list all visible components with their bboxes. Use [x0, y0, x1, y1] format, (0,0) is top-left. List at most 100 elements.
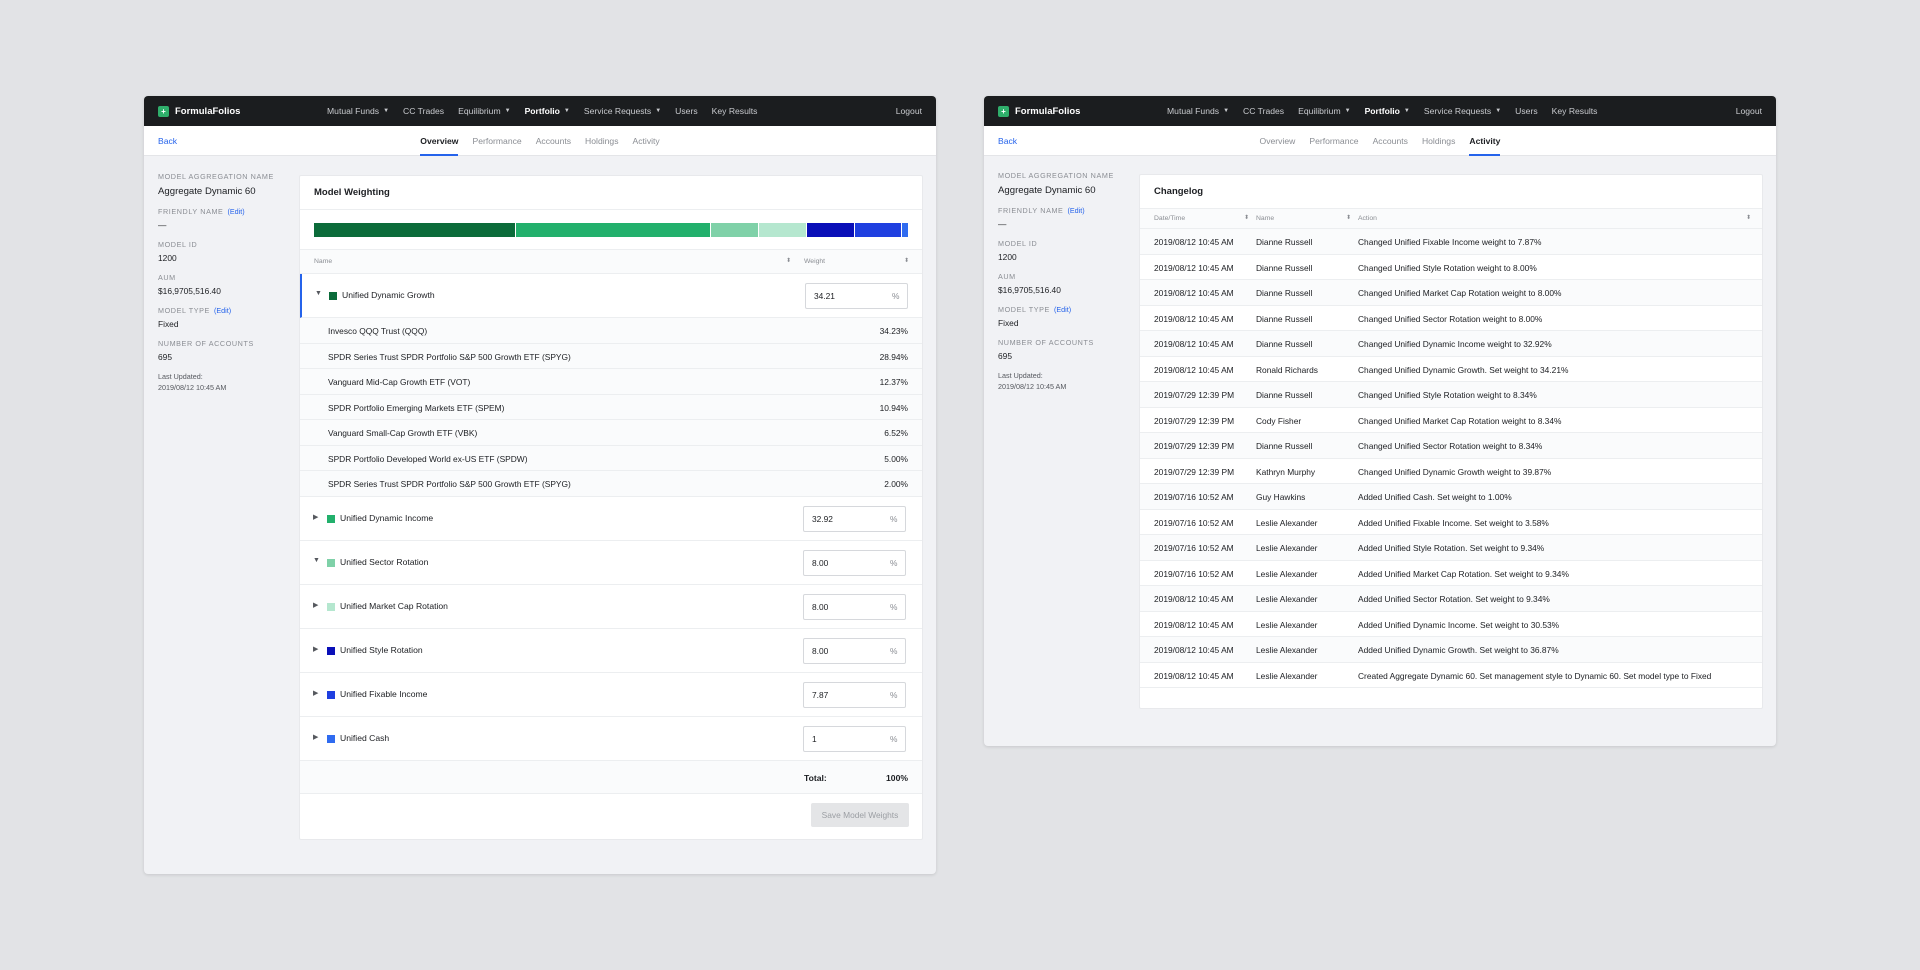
sort-icon[interactable]: ⬍: [1244, 214, 1249, 221]
save-model-weights-button[interactable]: Save Model Weights: [811, 802, 909, 827]
tab-performance[interactable]: Performance: [1309, 126, 1358, 156]
tab-activity[interactable]: Activity: [1469, 126, 1501, 156]
caret-right-icon[interactable]: ▶: [313, 601, 318, 609]
nav-item-key-results[interactable]: Key Results: [712, 106, 758, 116]
card-title: Model Weighting: [300, 176, 922, 210]
friendly-name-label: FRIENDLY NAME (Edit): [998, 206, 1118, 215]
weight-distribution-bar: [314, 223, 908, 237]
sub-navbar: Back Overview Performance Accounts Holdings…: [984, 126, 1776, 156]
model-group-row[interactable]: ▼ Unified Sector Rotation%: [300, 541, 922, 585]
holding-name: Invesco QQQ Trust (QQQ): [328, 326, 428, 336]
tab-holdings[interactable]: Holdings: [585, 126, 618, 156]
friendly-name-edit-link[interactable]: (Edit): [1067, 206, 1084, 215]
model-id-label: MODEL ID: [158, 240, 198, 249]
nav-item-equilibrium[interactable]: Equilibrium ▼: [1298, 106, 1350, 116]
percent-suffix: %: [892, 291, 900, 301]
model-group-row[interactable]: ▶ Unified Dynamic Income%: [300, 497, 922, 541]
caret-right-icon[interactable]: ▶: [313, 513, 318, 521]
row-name: Leslie Alexander: [1256, 517, 1318, 528]
caret-right-icon[interactable]: ▶: [313, 733, 318, 741]
nav-item-portfolio[interactable]: Portfolio ▼: [1365, 106, 1410, 116]
row-datetime: 2019/08/12 10:45 AM: [1154, 619, 1234, 630]
nav-item-label: CC Trades: [1243, 106, 1285, 116]
caret-right-icon[interactable]: ▶: [313, 645, 318, 653]
column-header-datetime[interactable]: Date/Time: [1154, 215, 1185, 222]
model-groups-list: ▼ Unified Dynamic Growth% Invesco QQQ Trus…: [300, 274, 922, 761]
column-header-weight[interactable]: Weight: [804, 258, 825, 265]
nav-item-mutual-funds[interactable]: Mutual Funds ▼: [1167, 106, 1229, 116]
group-name: Unified Dynamic Growth: [342, 290, 435, 300]
table-row: 2019/07/29 12:39 PM Kathryn Murphy Changed…: [1140, 459, 1762, 484]
weight-bar-segment: [516, 223, 710, 237]
model-group-row[interactable]: ▶ Unified Market Cap Rotation%: [300, 585, 922, 629]
nav-item-users[interactable]: Users: [675, 106, 697, 116]
nav-item-cc-trades[interactable]: CC Trades: [1243, 106, 1284, 116]
model-type-edit-link[interactable]: (Edit): [214, 306, 231, 315]
group-name: Unified Fixable Income: [340, 688, 428, 699]
chevron-down-icon: ▼: [504, 108, 511, 114]
holding-weight: 6.52%: [884, 428, 908, 438]
logout-link[interactable]: Logout: [1736, 106, 1762, 116]
nav-item-service-requests[interactable]: Service Requests ▼: [584, 106, 661, 116]
nav-item-service-requests[interactable]: Service Requests ▼: [1424, 106, 1501, 116]
model-weighting-card: Model Weighting Name ⬍ Weight ⬍ ▼ Unified…: [299, 175, 923, 840]
model-group-row[interactable]: ▼ Unified Dynamic Growth%: [300, 274, 922, 318]
accounts-count-value: 695: [158, 352, 172, 362]
aum-label: AUM: [998, 272, 1016, 281]
holding-weight: 12.37%: [879, 377, 908, 387]
sort-icon[interactable]: ⬍: [786, 257, 791, 264]
column-header-action[interactable]: Action: [1358, 215, 1377, 222]
brand-logo[interactable]: + FormulaFolios: [158, 105, 308, 117]
tab-accounts[interactable]: Accounts: [1373, 126, 1408, 156]
overview-window: + FormulaFolios Mutual Funds ▼ CC Trades Eq…: [144, 96, 936, 874]
table-row: 2019/08/12 10:45 AM Leslie Alexander Added…: [1140, 586, 1762, 612]
nav-item-users[interactable]: Users: [1515, 106, 1537, 116]
plus-icon: +: [158, 105, 169, 117]
friendly-name-label-text: FRIENDLY NAME: [158, 207, 224, 216]
row-datetime: 2019/08/12 10:45 AM: [1154, 237, 1234, 247]
top-navbar: + FormulaFolios Mutual Funds ▼ CC Trades Eq…: [144, 96, 936, 126]
tab-performance[interactable]: Performance: [472, 126, 521, 156]
row-name: Ronald Richards: [1256, 364, 1318, 375]
model-group-row[interactable]: ▶ Unified Fixable Income%: [300, 673, 922, 717]
caret-down-icon[interactable]: ▼: [315, 290, 322, 297]
percent-suffix: %: [890, 557, 898, 568]
tab-activity[interactable]: Activity: [633, 126, 660, 156]
aum-value: $16,9705,516.40: [158, 286, 221, 296]
chevron-down-icon: ▼: [655, 108, 662, 114]
sort-icon[interactable]: ⬍: [1346, 214, 1351, 221]
holding-row: Vanguard Mid-Cap Growth ETF (VOT) 12.37%: [300, 369, 922, 395]
row-datetime: 2019/07/16 10:52 AM: [1154, 543, 1234, 553]
logout-link[interactable]: Logout: [896, 106, 922, 116]
friendly-name-edit-link[interactable]: (Edit): [227, 207, 244, 216]
nav-item-equilibrium[interactable]: Equilibrium ▼: [458, 106, 510, 116]
group-color-swatch: [327, 646, 335, 655]
table-row: 2019/08/12 10:45 AM Dianne Russell Changed…: [1140, 255, 1762, 280]
model-group-row[interactable]: ▶ Unified Style Rotation%: [300, 629, 922, 673]
nav-item-cc-trades[interactable]: CC Trades: [403, 106, 444, 116]
aggregation-name-value: Aggregate Dynamic 60: [158, 186, 256, 197]
tab-holdings[interactable]: Holdings: [1422, 126, 1455, 156]
tab-accounts[interactable]: Accounts: [536, 126, 571, 156]
tab-overview[interactable]: Overview: [1260, 126, 1296, 156]
model-type-edit-link[interactable]: (Edit): [1054, 305, 1071, 314]
row-action: Changed Unified Sector Rotation weight t…: [1358, 441, 1543, 451]
caret-down-icon[interactable]: ▼: [313, 557, 320, 564]
brand-logo[interactable]: + FormulaFolios: [998, 105, 1148, 117]
row-datetime: 2019/07/16 10:52 AM: [1154, 492, 1234, 502]
tab-overview[interactable]: Overview: [420, 126, 459, 156]
sort-icon[interactable]: ⬍: [904, 257, 909, 264]
column-header-name[interactable]: Name: [314, 258, 332, 265]
nav-item-key-results[interactable]: Key Results: [1552, 106, 1598, 116]
percent-suffix: %: [890, 733, 898, 744]
row-action: Changed Unified Style Rotation weight to…: [1358, 390, 1537, 400]
caret-right-icon[interactable]: ▶: [313, 689, 318, 697]
holding-name: SPDR Series Trust SPDR Portfolio S&P 500…: [328, 479, 571, 489]
nav-item-mutual-funds[interactable]: Mutual Funds ▼: [327, 106, 389, 116]
nav-item-portfolio[interactable]: Portfolio ▼: [525, 106, 570, 116]
sort-icon[interactable]: ⬍: [1746, 214, 1751, 221]
column-header-name[interactable]: Name: [1256, 215, 1274, 222]
model-group-row[interactable]: ▶ Unified Cash%: [300, 717, 922, 761]
nav-item-label: Key Results: [1551, 106, 1598, 116]
row-name: Cody Fisher: [1256, 415, 1302, 426]
